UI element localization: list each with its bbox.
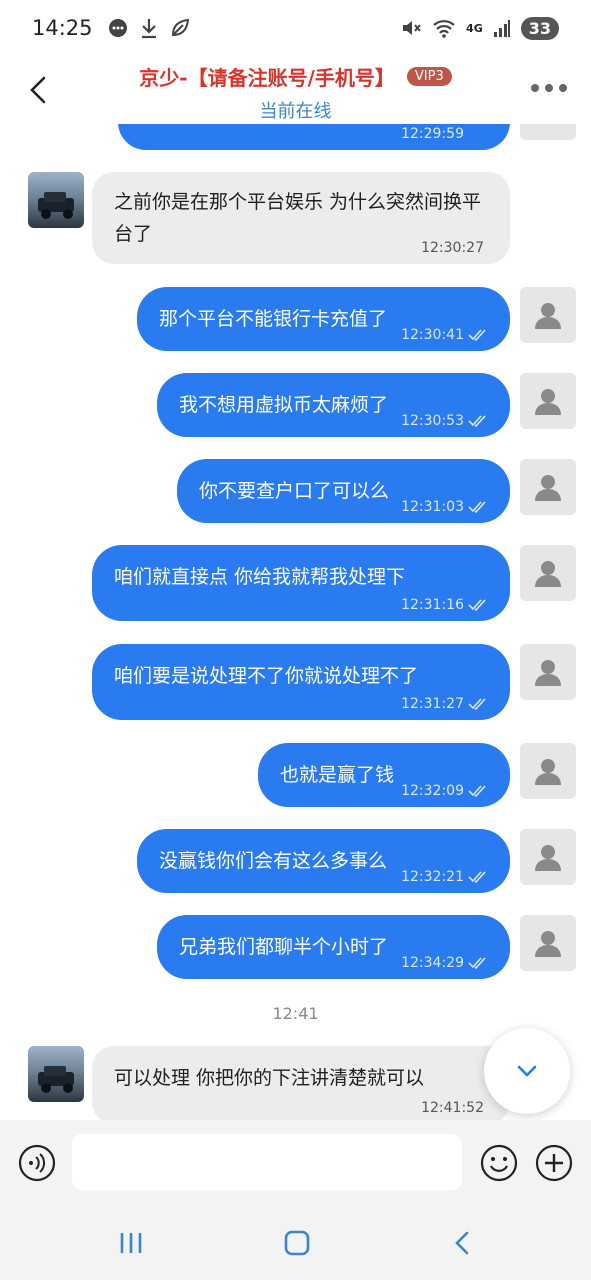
message-text: 你不要查户口了可以么 — [199, 480, 390, 502]
battery-badge: 33 — [520, 16, 559, 40]
avatar[interactable] — [520, 743, 576, 799]
user-icon — [535, 303, 561, 329]
plus-icon[interactable] — [535, 1144, 573, 1182]
message-text: 咱们要是说处理不了你就说处理不了 — [114, 665, 419, 687]
chat-message-list[interactable]: 12:29:59 之前你是在那个平台娱乐 为什么突然间换平台了 12:30:27… — [0, 124, 591, 1120]
status-time: 14:25 — [32, 16, 93, 40]
leaf-icon — [171, 18, 189, 37]
message-bubble-outgoing[interactable]: 你不要查户口了可以么 12:31:03 — [177, 459, 510, 523]
message-bubble-outgoing[interactable]: 咱们要是说处理不了你就说处理不了 12:31:27 — [92, 644, 510, 720]
message-time: 12:30:27 — [421, 240, 484, 256]
message-text: 我不想用虚拟币太麻烦了 — [179, 394, 389, 416]
message-bubble-outgoing[interactable]: 也就是赢了钱 12:32:09 — [258, 743, 510, 807]
message-bubble-outgoing[interactable]: 我不想用虚拟币太麻烦了 12:30:53 — [157, 373, 510, 437]
message-text: 咱们就直接点 你给我就帮我处理下 — [114, 566, 406, 588]
message-bubble-outgoing[interactable]: 12:29:59 — [118, 124, 510, 150]
mute-icon — [403, 21, 421, 35]
message-bubble-outgoing[interactable]: 兄弟我们都聊半个小时了 12:34:29 — [157, 915, 510, 979]
avatar[interactable] — [520, 644, 576, 700]
contact-avatar[interactable] — [28, 172, 84, 228]
read-check-icon — [468, 698, 486, 711]
more-dots-icon[interactable] — [531, 78, 571, 98]
online-status: 当前在线 — [259, 101, 332, 122]
message-notification-icon — [108, 19, 127, 37]
message-time: 12:31:16 — [401, 597, 464, 613]
read-check-icon — [468, 415, 486, 428]
message-bubble-incoming[interactable]: 之前你是在那个平台娱乐 为什么突然间换平台了 12:30:27 — [92, 172, 510, 264]
message-input[interactable] — [72, 1134, 462, 1190]
user-icon — [535, 475, 561, 501]
message-text: 可以处理 你把你的下注讲清楚就可以 — [114, 1067, 425, 1089]
avatar[interactable] — [520, 124, 576, 140]
message-bubble-outgoing[interactable]: 没赢钱你们会有这么多事么 12:32:21 — [137, 829, 510, 893]
avatar[interactable] — [520, 287, 576, 343]
contact-avatar[interactable] — [28, 1046, 84, 1102]
system-nav-bar — [0, 1210, 591, 1280]
download-icon — [141, 19, 156, 39]
message-time: 12:31:27 — [401, 696, 464, 712]
status-icons-right: 4G 33 — [400, 16, 559, 40]
message-time: 12:32:21 — [401, 869, 464, 885]
read-check-icon — [468, 599, 486, 612]
emoji-icon[interactable] — [480, 1144, 518, 1182]
read-check-icon — [468, 957, 486, 970]
chat-header: 京少-【请备注账号/手机号】 VIP3 当前在线 — [0, 56, 591, 124]
user-icon — [535, 561, 561, 587]
message-text: 那个平台不能银行卡充值了 — [159, 308, 388, 330]
message-time: 12:31:03 — [401, 499, 464, 515]
message-text: 也就是赢了钱 — [280, 764, 395, 786]
avatar[interactable] — [520, 915, 576, 971]
read-check-icon — [468, 501, 486, 514]
recent-apps-icon[interactable] — [116, 1228, 146, 1258]
status-bar: 14:25 4G 33 — [0, 0, 591, 56]
message-time: 12:32:09 — [401, 783, 464, 799]
wifi-icon — [433, 20, 455, 38]
message-time: 12:34:29 — [401, 955, 464, 971]
user-icon — [535, 389, 561, 415]
back-nav-icon[interactable] — [448, 1228, 478, 1258]
scroll-to-bottom-button[interactable] — [484, 1028, 570, 1114]
vip-badge: VIP3 — [406, 67, 452, 86]
time-separator: 12:41 — [272, 1004, 319, 1023]
user-icon — [535, 845, 561, 871]
message-time: 12:30:53 — [401, 413, 464, 429]
avatar[interactable] — [520, 545, 576, 601]
message-time: 12:30:41 — [401, 327, 464, 343]
message-input-bar — [0, 1120, 591, 1210]
network-type: 4G — [466, 21, 483, 35]
avatar[interactable] — [520, 459, 576, 515]
read-check-icon — [468, 329, 486, 342]
home-icon[interactable] — [282, 1228, 312, 1258]
user-icon — [535, 759, 561, 785]
voice-icon[interactable] — [18, 1144, 56, 1182]
message-bubble-outgoing[interactable]: 那个平台不能银行卡充值了 12:30:41 — [137, 287, 510, 351]
user-icon — [535, 660, 561, 686]
message-text: 兄弟我们都聊半个小时了 — [179, 936, 389, 958]
user-icon — [535, 931, 561, 957]
chevron-down-icon — [517, 1065, 537, 1077]
avatar[interactable] — [520, 373, 576, 429]
message-time: 12:41:52 — [421, 1100, 484, 1116]
status-icons-left — [107, 17, 191, 39]
contact-name: 京少-【请备注账号/手机号】 — [139, 66, 395, 90]
message-time: 12:29:59 — [401, 126, 464, 142]
read-check-icon — [468, 871, 486, 884]
message-text: 没赢钱你们会有这么多事么 — [159, 850, 388, 872]
avatar[interactable] — [520, 829, 576, 885]
message-bubble-outgoing[interactable]: 咱们就直接点 你给我就帮我处理下 12:31:16 — [92, 545, 510, 621]
message-bubble-incoming[interactable]: 可以处理 你把你的下注讲清楚就可以 12:41:52 — [92, 1046, 510, 1120]
signal-icon — [493, 20, 510, 37]
header-title-block: 京少-【请备注账号/手机号】 VIP3 当前在线 — [0, 62, 591, 123]
read-check-icon — [468, 785, 486, 798]
